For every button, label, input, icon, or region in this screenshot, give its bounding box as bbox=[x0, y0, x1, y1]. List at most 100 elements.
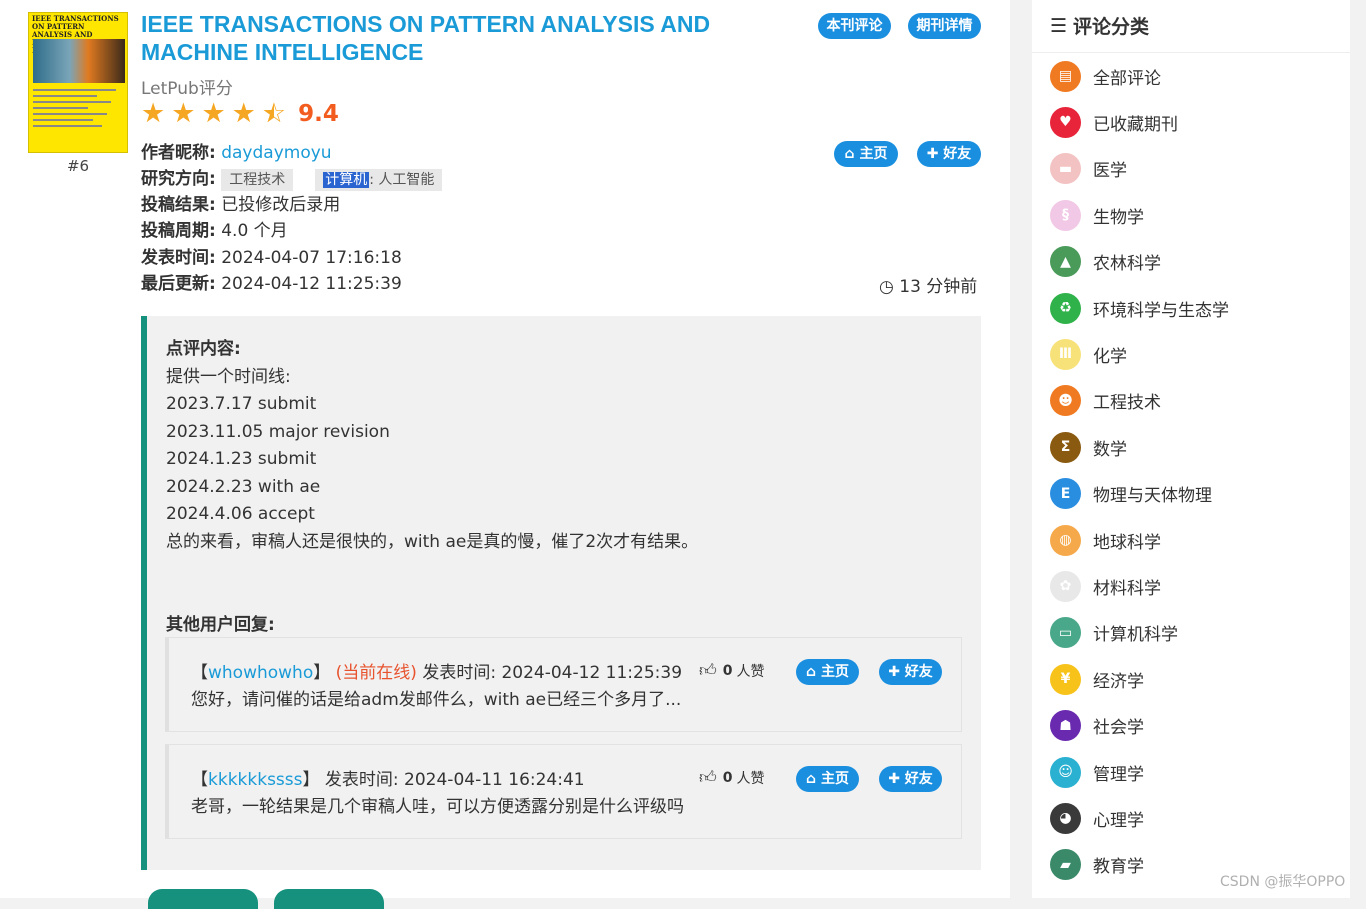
sidebar-item[interactable]: ♥ 已收藏期刊 bbox=[1050, 105, 1178, 139]
bracket-open: 【 bbox=[191, 663, 208, 683]
reply-home-button[interactable]: ⌂ 主页 bbox=[796, 659, 859, 685]
like-unit: 人赞 bbox=[736, 770, 765, 787]
sidebar-item[interactable]: § 生物学 bbox=[1050, 198, 1144, 232]
people-icon: ☗ bbox=[1050, 710, 1081, 742]
author-home-button[interactable]: ⌂ 主页 bbox=[834, 141, 898, 167]
plus-icon: ✚ bbox=[888, 664, 900, 680]
sidebar-item[interactable]: Ⅲ 化学 bbox=[1050, 337, 1127, 371]
sidebar-item[interactable]: ✿ 材料科学 bbox=[1050, 569, 1161, 603]
sidebar-title: 评论分类 bbox=[1073, 16, 1150, 38]
submission-period-row: 投稿周期: 4.0 个月 bbox=[141, 219, 288, 243]
sidebar-item[interactable]: ◍ 地球科学 bbox=[1050, 523, 1161, 557]
sidebar-item[interactable]: ▰ 教育学 bbox=[1050, 848, 1144, 882]
reply-add-friend-button[interactable]: ✚ 好友 bbox=[879, 659, 942, 685]
field-tag-computer-rest: : 人工智能 bbox=[369, 172, 435, 188]
journal-details-button[interactable]: 期刊详情 bbox=[908, 13, 981, 39]
reply-home-label: 主页 bbox=[820, 664, 849, 680]
sidebar-item-label: 材料科学 bbox=[1093, 578, 1161, 599]
reply-user-link[interactable]: whowhowho bbox=[208, 663, 313, 683]
recycle-icon: ♻ bbox=[1050, 292, 1081, 324]
updated-time-value: 2024-04-12 11:25:39 bbox=[221, 274, 402, 294]
list-icon: ☰ bbox=[1050, 14, 1068, 37]
sidebar-item[interactable]: ▭ 计算机科学 bbox=[1050, 616, 1178, 650]
sidebar-item[interactable]: ☻ 工程技术 bbox=[1050, 384, 1161, 418]
molecule-icon: ✿ bbox=[1050, 570, 1081, 602]
journal-cover-image[interactable]: IEEE TRANSACTIONS ON PATTERN ANALYSIS AN… bbox=[28, 12, 128, 153]
sidebar-item[interactable]: ☗ 社会学 bbox=[1050, 709, 1144, 743]
bottom-action-button[interactable] bbox=[148, 889, 258, 909]
sidebar-item-label: 地球科学 bbox=[1093, 532, 1161, 553]
pill-icon: ▬ bbox=[1050, 153, 1081, 185]
field-tag-engineering[interactable]: 工程技术 bbox=[221, 169, 294, 191]
author-name-link[interactable]: daydaymoyu bbox=[221, 143, 331, 163]
sidebar-header: ☰ 评论分类 bbox=[1050, 12, 1149, 39]
sidebar-item-label: 心理学 bbox=[1093, 810, 1144, 831]
published-time-value: 2024-04-07 17:16:18 bbox=[221, 248, 402, 268]
sidebar-item[interactable]: ◕ 心理学 bbox=[1050, 801, 1144, 835]
rating-stars: ★ ★ ★ ★ ☆★ 9.4 bbox=[141, 98, 339, 130]
sidebar-item-label: 物理与天体物理 bbox=[1093, 486, 1212, 507]
updated-time-label: 最后更新: bbox=[141, 274, 216, 294]
sidebar-item-label: 生物学 bbox=[1093, 207, 1144, 228]
sidebar-item[interactable]: ¥ 经济学 bbox=[1050, 662, 1144, 696]
like-count: 0 bbox=[722, 662, 733, 679]
sidebar-item[interactable]: E 物理与天体物理 bbox=[1050, 477, 1212, 511]
time-ago-text: 13 分钟前 bbox=[899, 277, 978, 297]
sidebar-item[interactable]: ▲ 农林科学 bbox=[1050, 245, 1161, 279]
home-icon: ⌂ bbox=[806, 771, 817, 787]
yen-icon: ¥ bbox=[1050, 663, 1081, 695]
reply-time: 2024-04-12 11:25:39 bbox=[501, 663, 683, 683]
sidebar-item[interactable]: Σ 数学 bbox=[1050, 430, 1127, 464]
plus-icon: ✚ bbox=[926, 146, 939, 162]
research-field-label: 研究方向: bbox=[141, 169, 216, 189]
star-full-icon: ★ bbox=[231, 98, 256, 129]
sidebar-item-label: 工程技术 bbox=[1093, 393, 1161, 414]
sidebar-item-label: 已收藏期刊 bbox=[1093, 114, 1178, 135]
bottom-action-button[interactable] bbox=[274, 889, 384, 909]
reply-like-button[interactable]: 👍︎ 0 人赞 bbox=[699, 660, 765, 681]
replies-label: 其他用户回复: bbox=[166, 615, 275, 635]
reply-user-link[interactable]: kkkkkkssss bbox=[208, 770, 303, 790]
plus-icon: ✚ bbox=[888, 771, 900, 787]
reply-like-button[interactable]: 👍︎ 0 人赞 bbox=[699, 767, 765, 788]
engineer-icon: ☻ bbox=[1050, 385, 1081, 417]
sidebar-item-label: 教育学 bbox=[1093, 857, 1144, 878]
review-line: 提供一个时间线: bbox=[166, 366, 291, 387]
globe-icon: ◍ bbox=[1050, 524, 1081, 556]
sidebar-item[interactable]: ♻ 环境科学与生态学 bbox=[1050, 291, 1229, 325]
published-time-label: 发表时间: bbox=[141, 248, 216, 268]
sidebar-item[interactable]: ▤ 全部评论 bbox=[1050, 59, 1161, 93]
review-content: 点评内容: 提供一个时间线: 2023.7.17 submit 2023.11.… bbox=[166, 336, 698, 556]
thumbs-up-icon: 👍︎ bbox=[699, 661, 717, 681]
journal-title[interactable]: IEEE TRANSACTIONS ON PATTERN ANALYSIS AN… bbox=[141, 10, 721, 66]
journal-title-line1[interactable]: IEEE TRANSACTIONS ON PATTERN ANALYSIS AN… bbox=[141, 10, 721, 38]
sidebar-item-label: 管理学 bbox=[1093, 764, 1144, 785]
review-line: 2024.1.23 submit bbox=[166, 449, 317, 469]
reply-friend-label: 好友 bbox=[904, 771, 933, 787]
sidebar-item-label: 全部评论 bbox=[1093, 68, 1161, 89]
sidebar-item[interactable]: ▬ 医学 bbox=[1050, 152, 1127, 186]
reply-home-label: 主页 bbox=[820, 771, 849, 787]
field-tag-computer[interactable]: 计算机: 人工智能 bbox=[315, 169, 443, 191]
watermark: CSDN @振华OPPO bbox=[1220, 874, 1346, 890]
reply-add-friend-button[interactable]: ✚ 好友 bbox=[879, 766, 942, 792]
bracket-close: 】 bbox=[313, 663, 331, 683]
review-line: 2024.4.06 accept bbox=[166, 504, 315, 524]
time-ago: ◷ 13 分钟前 bbox=[879, 272, 977, 297]
sidebar-item-label: 医学 bbox=[1093, 161, 1127, 182]
sidebar-item-label: 经济学 bbox=[1093, 671, 1144, 692]
sigma-icon: Σ bbox=[1050, 431, 1081, 463]
author-home-label: 主页 bbox=[859, 146, 888, 162]
reply-meta: 【whowhowho】 (当前在线) 发表时间: 2024-04-12 11:2… bbox=[191, 658, 682, 683]
journal-reviews-button[interactable]: 本刊评论 bbox=[818, 13, 891, 39]
review-line: 2024.2.23 with ae bbox=[166, 476, 321, 497]
author-add-friend-button[interactable]: ✚ 好友 bbox=[917, 141, 981, 167]
sidebar-item[interactable]: ☺ 管理学 bbox=[1050, 755, 1144, 789]
journal-title-line2[interactable]: MACHINE INTELLIGENCE bbox=[141, 38, 721, 66]
star-full-icon: ★ bbox=[171, 98, 196, 129]
submission-period-value: 4.0 个月 bbox=[221, 221, 288, 241]
author-name-label: 作者昵称: bbox=[141, 143, 216, 163]
star-half-icon: ☆★ bbox=[261, 98, 287, 129]
bracket-close: 】 bbox=[302, 770, 320, 790]
reply-home-button[interactable]: ⌂ 主页 bbox=[796, 766, 859, 792]
